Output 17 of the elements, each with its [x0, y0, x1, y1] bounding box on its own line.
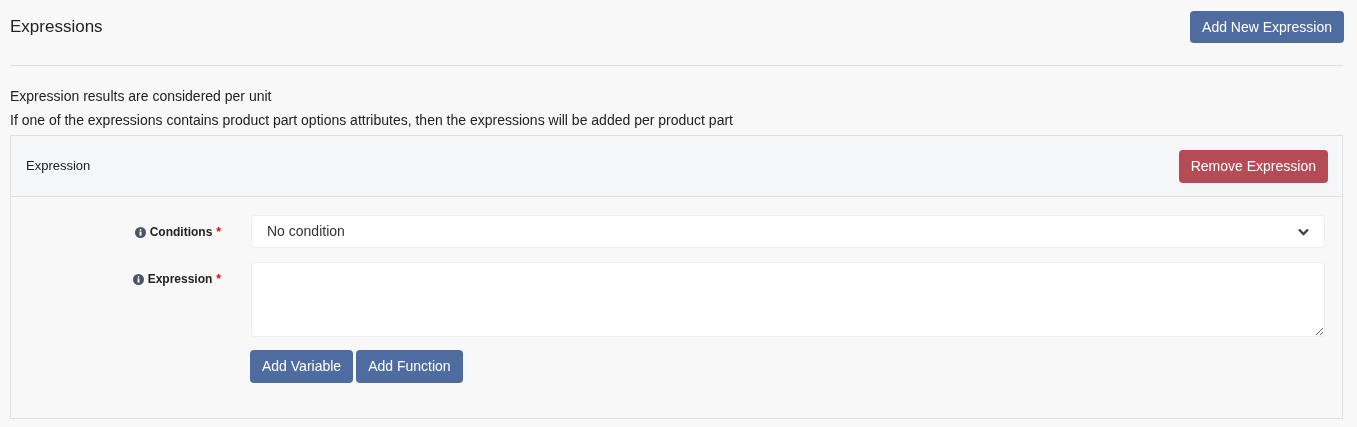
field-label: Conditions — [149, 224, 213, 241]
expression-input[interactable] — [251, 262, 1325, 337]
required-mark: * — [216, 271, 221, 288]
add-expression-button[interactable]: Add New Expression — [1190, 11, 1344, 43]
card-title: Expression — [26, 157, 91, 176]
info-note: If one of the expressions contains product part options attributes, then the expressions will be added per product part — [10, 112, 734, 128]
required-mark: * — [216, 224, 221, 241]
page-title: Expressions — [10, 16, 103, 38]
chevron-down-icon — [1298, 227, 1309, 236]
add-button[interactable]: Add Function — [356, 350, 463, 383]
field-label: Expression — [147, 271, 213, 288]
remove-expression-button[interactable]: Remove Expression — [1178, 149, 1328, 183]
condition-select[interactable]: No condition — [251, 215, 1325, 248]
info-note: Expression results are considered per unit — [10, 88, 273, 104]
info-icon — [132, 273, 144, 285]
info-icon — [134, 226, 146, 238]
add-button[interactable]: Add Variable — [250, 350, 354, 383]
